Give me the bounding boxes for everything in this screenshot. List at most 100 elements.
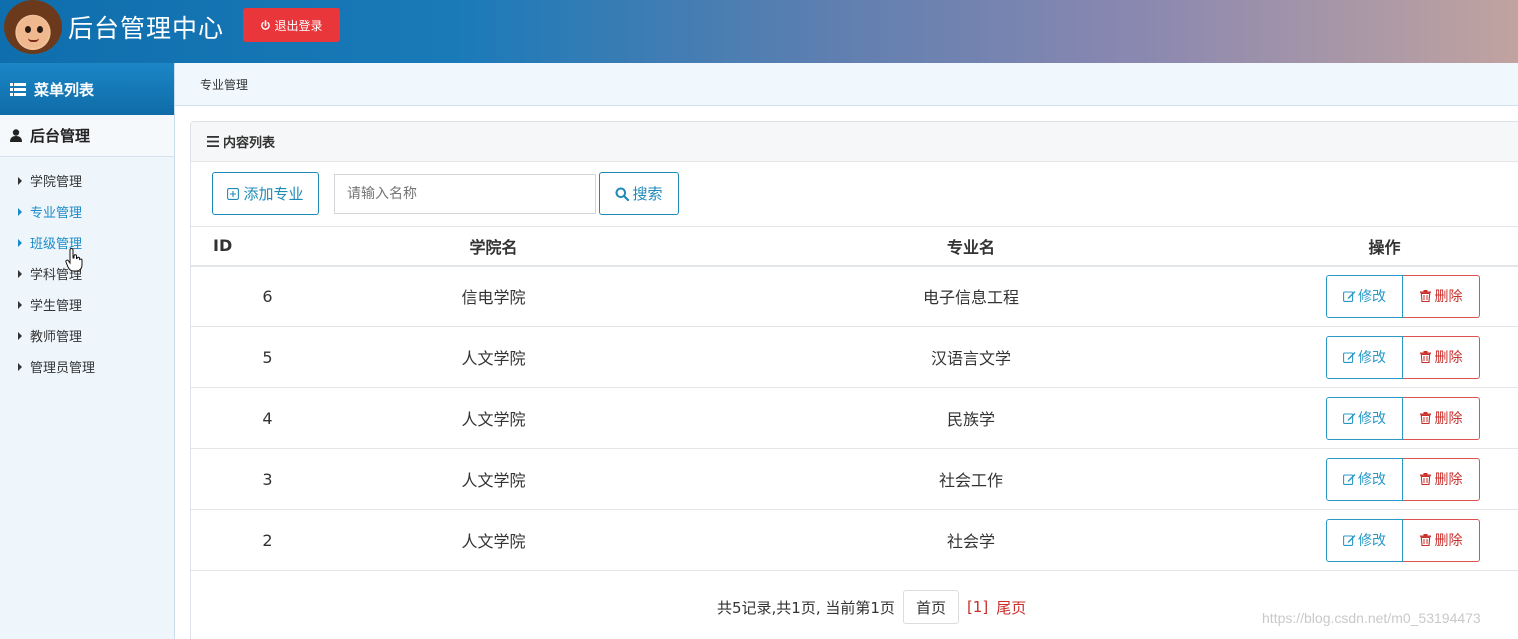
cell-major: 电子信息工程 — [691, 265, 1251, 327]
panel-header: 内容列表 — [191, 122, 1518, 162]
breadcrumb: 专业管理 — [175, 63, 1518, 106]
bars-icon — [207, 136, 219, 147]
edit-icon — [1343, 474, 1356, 485]
cell-id: 2 — [191, 509, 296, 571]
edit-button[interactable]: 修改 — [1326, 457, 1403, 501]
table-row: 3 人文学院 社会工作 修改 删除 — [191, 448, 1518, 510]
column-header-ops: 操作 — [1251, 226, 1518, 267]
add-major-label: 添加专业 — [243, 185, 304, 203]
cell-id: 6 — [191, 265, 296, 327]
panel-title: 内容列表 — [223, 136, 276, 151]
sidebar-item-subject[interactable]: 学科管理 — [0, 258, 174, 289]
list-icon — [10, 82, 26, 96]
breadcrumb-current: 专业管理 — [200, 77, 249, 92]
cell-ops: 修改 删除 — [1251, 265, 1518, 327]
cell-id: 3 — [191, 448, 296, 510]
cell-ops: 修改 删除 — [1251, 326, 1518, 388]
sidebar-item-label: 学生管理 — [30, 299, 83, 314]
caret-right-icon — [18, 269, 22, 278]
power-icon — [261, 19, 271, 30]
menu-title: 菜单列表 — [34, 80, 95, 99]
edit-button[interactable]: 修改 — [1326, 274, 1403, 318]
cell-major: 民族学 — [691, 387, 1251, 449]
delete-button[interactable]: 删除 — [1403, 396, 1480, 440]
edit-icon — [1343, 352, 1356, 363]
delete-label: 删除 — [1434, 411, 1463, 427]
cell-major: 社会学 — [691, 509, 1251, 571]
column-header-major: 专业名 — [691, 226, 1251, 267]
cell-id: 5 — [191, 326, 296, 388]
cell-college: 人文学院 — [296, 448, 691, 510]
caret-right-icon — [18, 362, 22, 371]
delete-label: 删除 — [1434, 350, 1463, 366]
caret-right-icon — [18, 331, 22, 340]
pagination: 共5记录,共1页, 当前第1页 首页 [1] 尾页 — [717, 590, 1026, 624]
plus-square-icon — [227, 187, 240, 200]
cell-ops: 修改 删除 — [1251, 448, 1518, 510]
trash-icon — [1419, 351, 1431, 363]
delete-label: 删除 — [1434, 533, 1463, 549]
last-page-link[interactable]: 尾页 — [996, 597, 1026, 618]
table-row: 6 信电学院 电子信息工程 修改 删除 — [191, 265, 1518, 327]
edit-button[interactable]: 修改 — [1326, 335, 1403, 379]
row-actions: 修改 删除 — [1251, 274, 1518, 318]
trash-icon — [1419, 473, 1431, 485]
delete-button[interactable]: 删除 — [1403, 274, 1480, 318]
cell-id: 4 — [191, 387, 296, 449]
table-header-row: ID 学院名 专业名 操作 — [191, 226, 1518, 267]
sidebar-item-admin[interactable]: 管理员管理 — [0, 351, 174, 382]
edit-icon — [1343, 535, 1356, 546]
delete-button[interactable]: 删除 — [1403, 335, 1480, 379]
menu-header: 菜单列表 — [0, 63, 174, 115]
delete-button[interactable]: 删除 — [1403, 518, 1480, 562]
sidebar-item-teacher[interactable]: 教师管理 — [0, 320, 174, 351]
caret-right-icon — [18, 238, 22, 247]
delete-button[interactable]: 删除 — [1403, 457, 1480, 501]
first-page-button[interactable]: 首页 — [902, 590, 959, 624]
cell-college: 人文学院 — [296, 387, 691, 449]
table-row: 5 人文学院 汉语言文学 修改 删除 — [191, 326, 1518, 388]
column-header-id: ID — [191, 226, 296, 267]
add-major-button[interactable]: 添加专业 — [212, 172, 319, 215]
toolbar: 添加专业 搜索 — [212, 172, 692, 216]
sidebar-item-label: 学院管理 — [30, 175, 83, 190]
cell-college: 人文学院 — [296, 326, 691, 388]
sidebar-item-major[interactable]: 专业管理 — [0, 196, 174, 227]
user-icon — [10, 129, 22, 142]
edit-button[interactable]: 修改 — [1326, 518, 1403, 562]
search-input[interactable] — [334, 174, 596, 214]
trash-icon — [1419, 290, 1431, 303]
sidebar-item-class[interactable]: 班级管理 — [0, 227, 174, 258]
delete-label: 删除 — [1434, 289, 1463, 306]
cell-major: 社会工作 — [691, 448, 1251, 510]
cell-college: 信电学院 — [296, 265, 691, 327]
search-icon — [615, 187, 630, 201]
sidebar-item-student[interactable]: 学生管理 — [0, 289, 174, 320]
watermark: https://blog.csdn.net/m0_53194473 — [1262, 610, 1481, 626]
search-button[interactable]: 搜索 — [599, 172, 679, 215]
top-header: 后台管理中心 退出登录 — [0, 0, 1518, 63]
sidebar-item-label: 教师管理 — [30, 330, 83, 345]
logout-button[interactable]: 退出登录 — [243, 8, 340, 42]
hand-cursor-icon — [65, 248, 83, 272]
app-title: 后台管理中心 — [68, 14, 225, 43]
row-actions: 修改 删除 — [1251, 457, 1518, 501]
cell-ops: 修改 删除 — [1251, 387, 1518, 449]
sidebar-group-admin[interactable]: 后台管理 — [0, 115, 174, 157]
trash-icon — [1419, 534, 1431, 546]
row-actions: 修改 删除 — [1251, 335, 1518, 379]
edit-button[interactable]: 修改 — [1326, 396, 1403, 440]
edit-label: 修改 — [1358, 411, 1386, 427]
edit-label: 修改 — [1358, 350, 1386, 366]
sidebar-item-college[interactable]: 学院管理 — [0, 165, 174, 196]
avatar — [4, 0, 62, 54]
edit-label: 修改 — [1358, 472, 1386, 488]
sidebar-item-label: 管理员管理 — [30, 361, 96, 376]
caret-right-icon — [18, 207, 22, 216]
caret-right-icon — [18, 176, 22, 185]
table-row: 4 人文学院 民族学 修改 删除 — [191, 387, 1518, 449]
edit-icon — [1343, 413, 1356, 424]
page-1-link[interactable]: [1] — [967, 598, 988, 616]
caret-right-icon — [18, 300, 22, 309]
sidebar-item-label: 专业管理 — [30, 206, 83, 221]
